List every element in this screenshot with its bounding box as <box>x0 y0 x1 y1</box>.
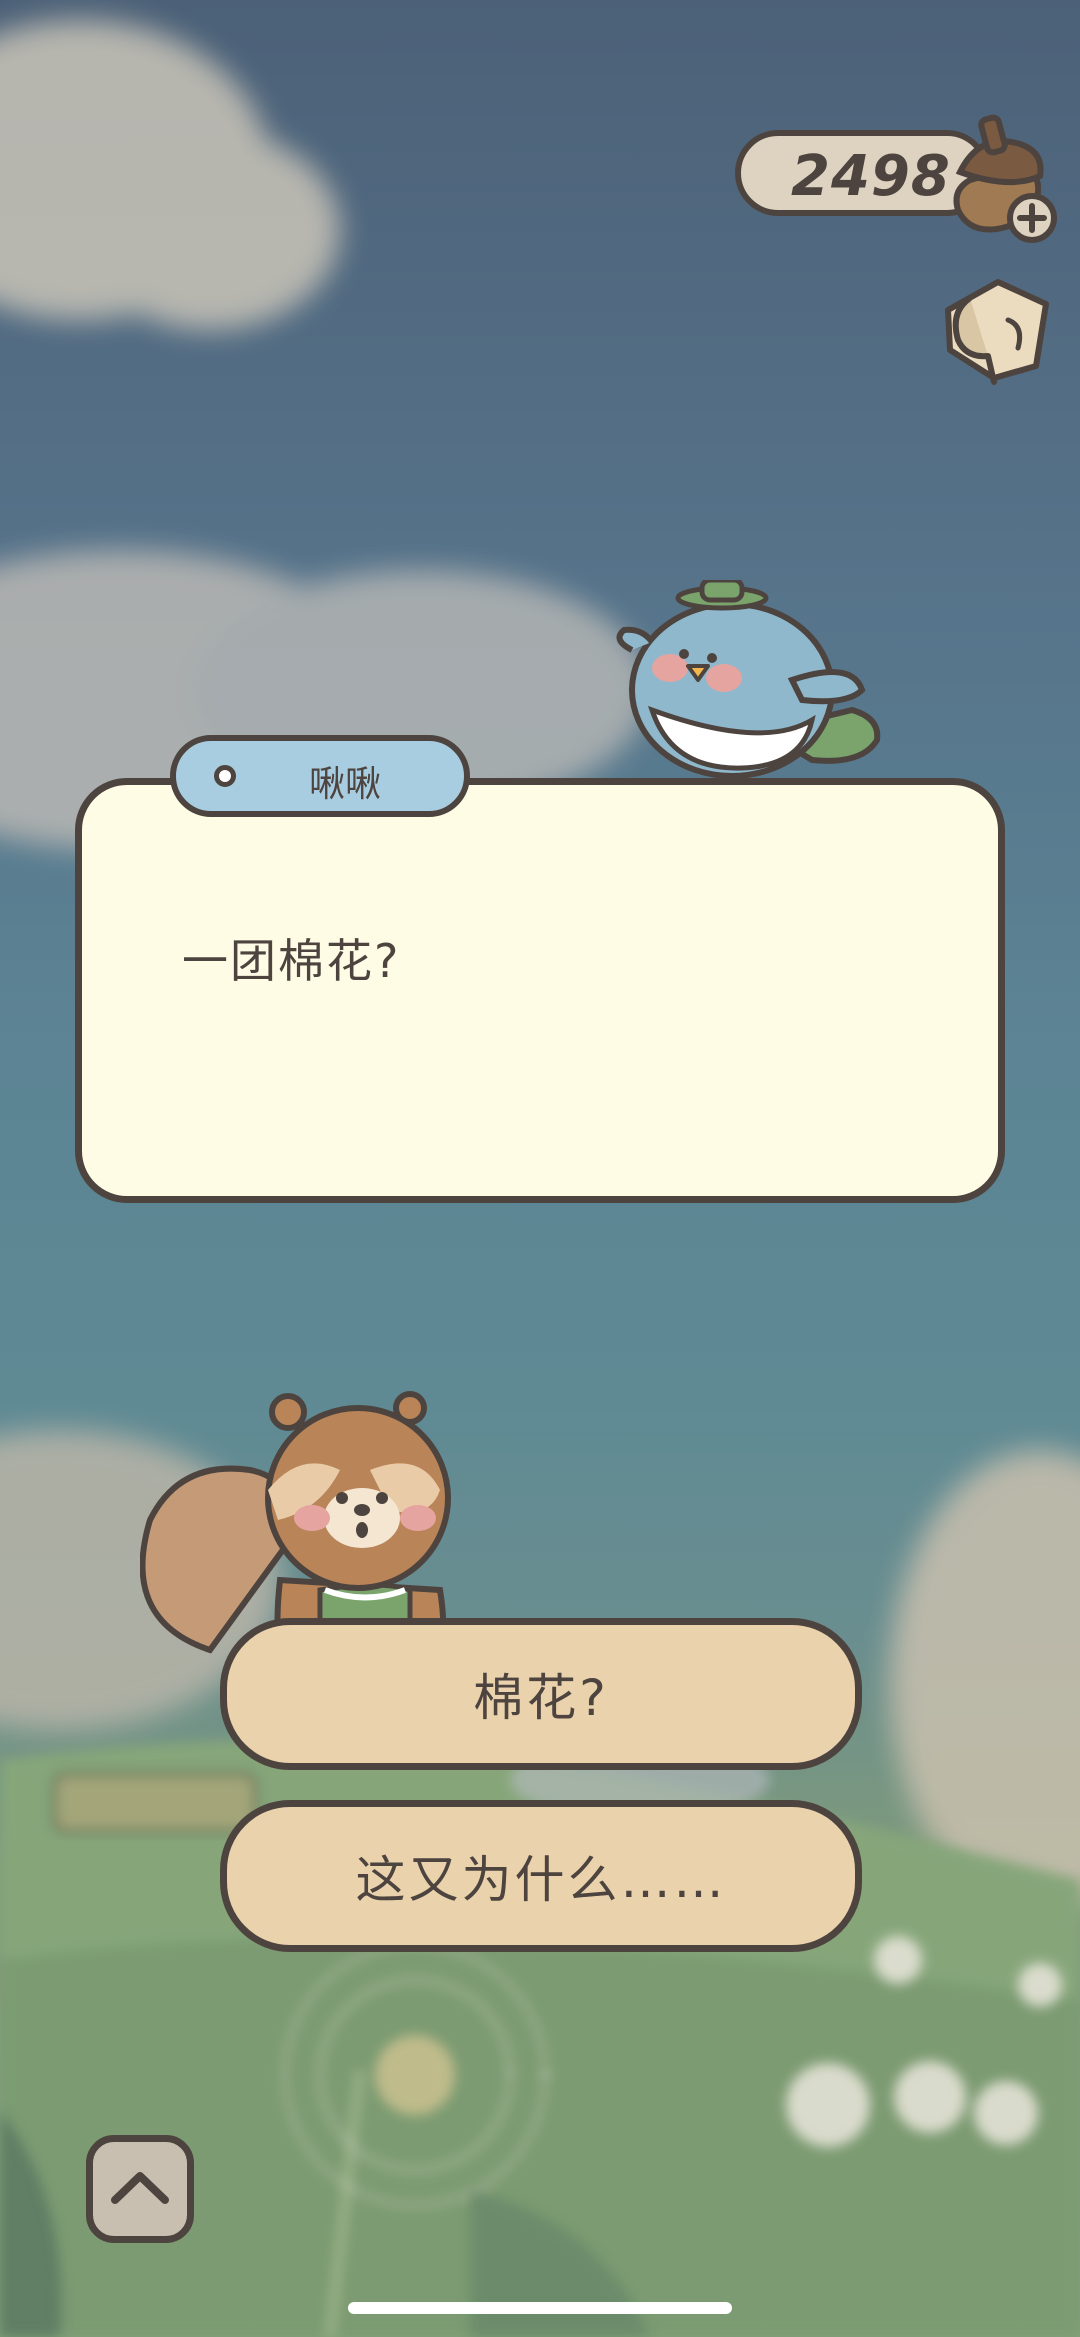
speaker-name: 啾啾 <box>308 764 381 805</box>
speaker-name-tag: 啾啾 <box>170 735 470 817</box>
speaker-dot-icon <box>214 765 236 787</box>
chevron-up-icon <box>111 2172 169 2204</box>
note-icon[interactable] <box>928 270 1058 390</box>
choice-button-1[interactable]: 棉花? <box>220 1618 862 1770</box>
dialog-box[interactable]: 一团棉花? <box>75 778 1005 1203</box>
acorn-count: 2498 <box>791 144 951 209</box>
choice-button-2[interactable]: 这又为什么…… <box>220 1800 862 1952</box>
bird-character <box>616 580 881 779</box>
dialog-text: 一团棉花? <box>182 934 401 988</box>
acorn-plus-icon[interactable] <box>940 110 1065 245</box>
home-indicator[interactable] <box>348 2302 732 2314</box>
expand-log-button[interactable] <box>86 2135 194 2243</box>
